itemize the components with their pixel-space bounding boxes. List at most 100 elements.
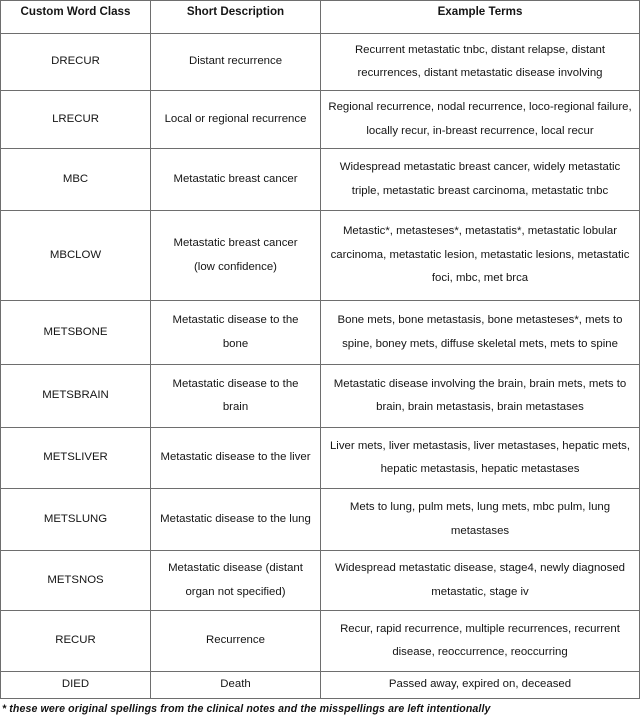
table-row: DIED Death Passed away, expired on, deceas… (0, 671, 640, 699)
cell-word-class: METSLIVER (0, 427, 151, 489)
table-row: MBCLOW Metastatic breast cancer (low confi… (0, 210, 640, 301)
description-lines: Metastatic disease to the lung (155, 508, 316, 531)
table-header: Custom Word Class Short Description Exam… (0, 0, 640, 34)
cell-short-description: Metastatic disease to the bone (150, 300, 321, 365)
table-row: METSBONE Metastatic disease to the bone Bon… (0, 300, 640, 365)
example-terms-line: disease, reoccurrence, reoccurring (392, 646, 568, 658)
description-lines: Metastatic disease to the brain (155, 373, 316, 420)
cell-word-class: MBCLOW (0, 210, 151, 301)
table-body: DRECUR Distant recurrence Recurrent metast… (0, 33, 640, 699)
example-terms-line: spine, boney mets, diffuse skeletal mets… (342, 337, 618, 350)
cell-word-class: METSLUNG (0, 488, 151, 551)
cell-short-description: Distant recurrence (150, 33, 321, 91)
custom-word-class-table: Custom Word Class Short Description Exam… (0, 0, 640, 699)
table-row: LRECUR Local or regional recurrence Region… (0, 90, 640, 149)
cell-short-description: Metastatic disease to the brain (150, 364, 321, 428)
example-terms-line: carcinoma, metastatic lesion, metastatic… (330, 248, 630, 261)
description-line: Metastatic disease to the (172, 314, 299, 327)
table-row: METSLUNG Metastatic disease to the lung Me… (0, 488, 640, 551)
example-terms-lines: Widespread metastatic breast cancer, wid… (325, 156, 635, 203)
example-terms-line: Widespread metastatic breast cancer, wid… (339, 161, 621, 174)
cell-word-class: METSBONE (0, 300, 151, 365)
example-terms-lines: Widespread metastatic disease, stage4, n… (325, 557, 635, 604)
description-line: bone (222, 337, 249, 350)
example-terms-line: Metastic*, metasteses*, metastatis*, met… (342, 225, 618, 238)
table-footnote: * these were original spellings from the… (2, 703, 491, 715)
example-terms-lines: Metastic*, metasteses*, metastatis*, met… (325, 220, 635, 290)
table-row: RECUR Recurrence Recur, rapid recurrence, … (0, 610, 640, 672)
description-lines: Metastatic disease to the bone (155, 309, 316, 356)
description-lines: Distant recurrence (155, 50, 316, 73)
cell-example-terms: Passed away, expired on, deceased (320, 671, 640, 699)
example-terms-line: brain, brain metastasis, brain metastase… (376, 401, 584, 413)
cell-short-description: Local or regional recurrence (150, 90, 321, 149)
cell-example-terms: Recur, rapid recurrence, multiple recurr… (320, 610, 640, 672)
example-terms-line: metastatic, stage iv (431, 585, 529, 598)
table-page: Custom Word Class Short Description Exam… (0, 0, 640, 719)
table-row: METSBRAIN Metastatic disease to the brain M… (0, 364, 640, 428)
description-lines: Local or regional recurrence (155, 108, 316, 131)
example-terms-line: Metastatic disease involving the brain, … (333, 377, 627, 390)
column-header-short-description: Short Description (150, 0, 321, 34)
description-line: Metastatic breast cancer (173, 237, 298, 250)
description-lines: Metastatic breast cancer (low confidence) (155, 232, 316, 279)
example-terms-lines: Recurrent metastatic tnbc, distant relap… (325, 39, 635, 86)
example-terms-line: locally recur, in-breast recurrence, loc… (366, 124, 594, 137)
column-header-custom-word-class: Custom Word Class (0, 0, 151, 34)
cell-example-terms: Liver mets, liver metastasis, liver meta… (320, 427, 640, 489)
description-lines: Metastatic breast cancer (155, 168, 316, 191)
description-line: Recurrence (206, 634, 265, 647)
example-terms-line: Bone mets, bone metastasis, bone metaste… (337, 314, 623, 327)
cell-example-terms: Widespread metastatic disease, stage4, n… (320, 550, 640, 611)
cell-word-class: RECUR (0, 610, 151, 672)
description-line: brain (222, 401, 249, 413)
cell-short-description: Recurrence (150, 610, 321, 672)
column-header-example-terms: Example Terms (320, 0, 640, 34)
description-lines: Death (155, 673, 316, 696)
cell-short-description: Metastatic disease to the liver (150, 427, 321, 489)
cell-word-class: DIED (0, 671, 151, 699)
cell-example-terms: Widespread metastatic breast cancer, wid… (320, 148, 640, 211)
cell-example-terms: Metastic*, metasteses*, metastatis*, met… (320, 210, 640, 301)
cell-word-class: LRECUR (0, 90, 151, 149)
table-row: DRECUR Distant recurrence Recurrent metast… (0, 33, 640, 91)
description-line: Metastatic disease to the (172, 377, 299, 390)
cell-short-description: Metastatic breast cancer (low confidence) (150, 210, 321, 301)
table-row: METSNOS Metastatic disease (distant organ … (0, 550, 640, 611)
cell-word-class: MBC (0, 148, 151, 211)
example-terms-lines: Passed away, expired on, deceased (325, 673, 635, 696)
table-row: METSLIVER Metastatic disease to the liver… (0, 427, 640, 489)
description-lines: Metastatic disease (distant organ not spe… (155, 557, 316, 604)
example-terms-line: recurrences, distant metastatic disease … (357, 67, 603, 79)
example-terms-line: foci, mbc, met brca (431, 272, 529, 285)
cell-example-terms: Metastatic disease involving the brain, … (320, 364, 640, 428)
description-line: (low confidence) (194, 260, 277, 273)
example-terms-line: hepatic metastasis, hepatic metastases (380, 463, 580, 475)
description-line: Death (220, 678, 251, 691)
example-terms-line: Recur, rapid recurrence, multiple recurr… (340, 622, 620, 635)
cell-example-terms: Recurrent metastatic tnbc, distant relap… (320, 33, 640, 91)
example-terms-line: triple, metastatic breast carcinoma, met… (351, 184, 609, 197)
example-terms-line: Regional recurrence, nodal recurrence, l… (328, 101, 632, 114)
description-lines: Metastatic disease to the liver (155, 446, 316, 469)
cell-example-terms: Regional recurrence, nodal recurrence, l… (320, 90, 640, 149)
example-terms-line: metastases (450, 524, 510, 537)
table-header-row: Custom Word Class Short Description Exam… (0, 0, 640, 34)
description-line: Metastatic breast cancer (173, 172, 298, 185)
cell-example-terms: Mets to lung, pulm mets, lung mets, mbc … (320, 488, 640, 551)
table-row: MBC Metastatic breast cancer Widespread me… (0, 148, 640, 211)
description-line: Metastatic disease to the liver (160, 451, 311, 464)
cell-word-class: METSBRAIN (0, 364, 151, 428)
example-terms-line: Widespread metastatic disease, stage4, n… (335, 562, 625, 575)
cell-short-description: Metastatic breast cancer (150, 148, 321, 211)
example-terms-line: Mets to lung, pulm mets, lung mets, mbc … (349, 501, 611, 514)
example-terms-lines: Metastatic disease involving the brain, … (325, 373, 635, 420)
example-terms-lines: Liver mets, liver metastasis, liver meta… (325, 435, 635, 482)
description-lines: Recurrence (155, 629, 316, 652)
description-line: Local or regional recurrence (164, 112, 307, 125)
cell-example-terms: Bone mets, bone metastasis, bone metaste… (320, 300, 640, 365)
description-line: Distant recurrence (188, 55, 283, 68)
cell-short-description: Metastatic disease to the lung (150, 488, 321, 551)
example-terms-lines: Recur, rapid recurrence, multiple recurr… (325, 618, 635, 665)
cell-short-description: Death (150, 671, 321, 699)
